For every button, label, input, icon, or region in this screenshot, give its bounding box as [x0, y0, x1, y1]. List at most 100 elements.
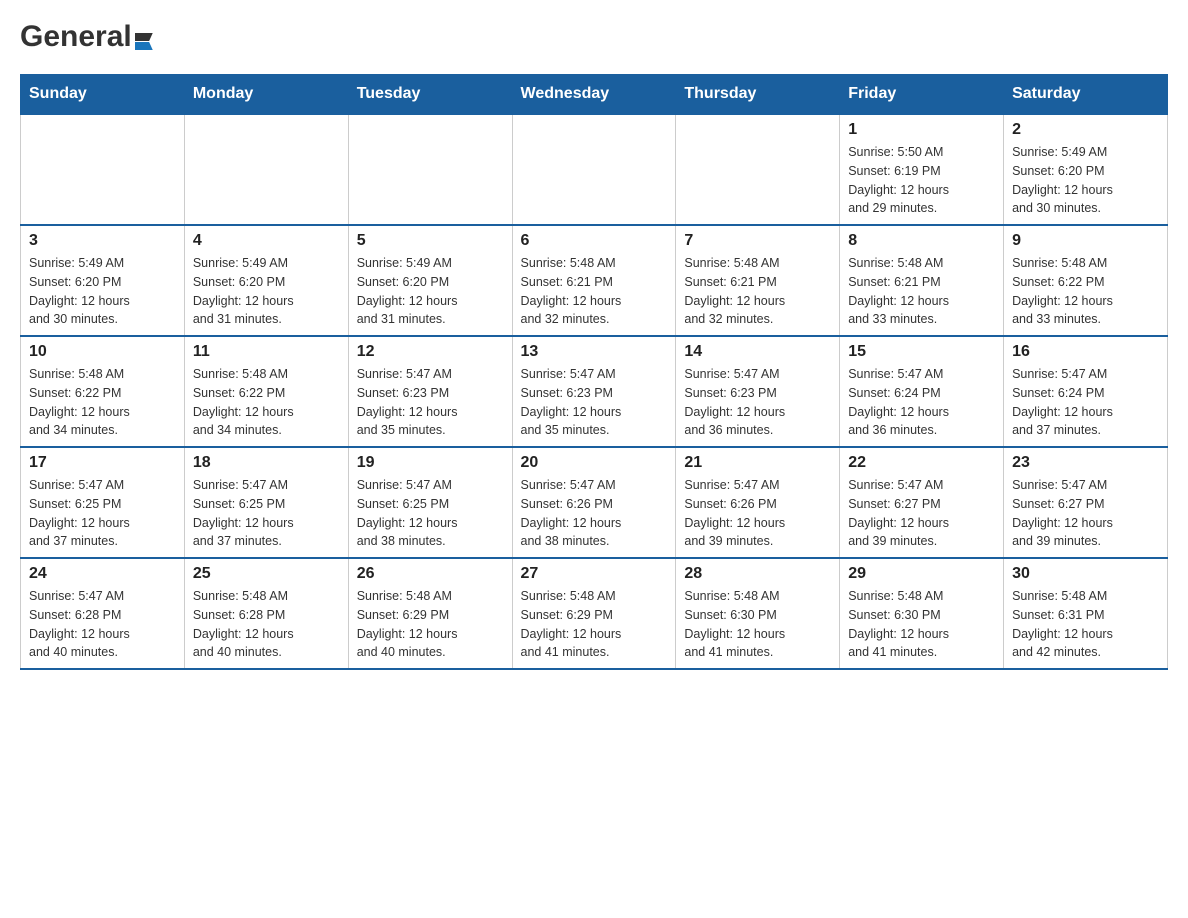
calendar-cell	[676, 114, 840, 225]
day-info: Sunrise: 5:47 AM Sunset: 6:25 PM Dayligh…	[193, 476, 340, 551]
day-info: Sunrise: 5:48 AM Sunset: 6:22 PM Dayligh…	[193, 365, 340, 440]
weekday-header-tuesday: Tuesday	[348, 75, 512, 115]
day-info: Sunrise: 5:50 AM Sunset: 6:19 PM Dayligh…	[848, 143, 995, 218]
day-number: 30	[1012, 565, 1159, 583]
calendar-cell: 3 Sunrise: 5:49 AM Sunset: 6:20 PM Daylig…	[21, 225, 185, 336]
calendar-cell: 27Sunrise: 5:48 AM Sunset: 6:29 PM Dayli…	[512, 558, 676, 669]
day-number: 11	[193, 343, 340, 361]
day-number: 15	[848, 343, 995, 361]
calendar-cell: 4 Sunrise: 5:49 AM Sunset: 6:20 PM Daylig…	[184, 225, 348, 336]
calendar-cell: 21 Sunrise: 5:47 AM Sunset: 6:26 PM Dayli…	[676, 447, 840, 558]
day-info: Sunrise: 5:47 AM Sunset: 6:26 PM Dayligh…	[684, 476, 831, 551]
calendar-cell: 1 Sunrise: 5:50 AM Sunset: 6:19 PM Daylig…	[840, 114, 1004, 225]
day-info: Sunrise: 5:48 AM Sunset: 6:21 PM Dayligh…	[684, 254, 831, 329]
day-info: Sunrise: 5:49 AM Sunset: 6:20 PM Dayligh…	[193, 254, 340, 329]
day-number: 3	[29, 232, 176, 250]
calendar-cell: 23 Sunrise: 5:47 AM Sunset: 6:27 PM Dayli…	[1004, 447, 1168, 558]
day-info: Sunrise: 5:48 AM Sunset: 6:29 PM Dayligh…	[357, 587, 504, 662]
day-info: Sunrise: 5:48 AM Sunset: 6:21 PM Dayligh…	[521, 254, 668, 329]
day-number: 18	[193, 454, 340, 472]
calendar-cell: 29Sunrise: 5:48 AM Sunset: 6:30 PM Dayli…	[840, 558, 1004, 669]
day-info: Sunrise: 5:47 AM Sunset: 6:25 PM Dayligh…	[29, 476, 176, 551]
day-info: Sunrise: 5:47 AM Sunset: 6:27 PM Dayligh…	[848, 476, 995, 551]
day-info: Sunrise: 5:49 AM Sunset: 6:20 PM Dayligh…	[1012, 143, 1159, 218]
calendar-cell: 8 Sunrise: 5:48 AM Sunset: 6:21 PM Daylig…	[840, 225, 1004, 336]
calendar-cell: 19 Sunrise: 5:47 AM Sunset: 6:25 PM Dayli…	[348, 447, 512, 558]
day-info: Sunrise: 5:48 AM Sunset: 6:29 PM Dayligh…	[521, 587, 668, 662]
logo: General	[20, 20, 153, 54]
calendar-week-row: 17 Sunrise: 5:47 AM Sunset: 6:25 PM Dayli…	[21, 447, 1168, 558]
calendar-cell: 26 Sunrise: 5:48 AM Sunset: 6:29 PM Dayli…	[348, 558, 512, 669]
calendar-cell: 11 Sunrise: 5:48 AM Sunset: 6:22 PM Dayli…	[184, 336, 348, 447]
weekday-header-thursday: Thursday	[676, 75, 840, 115]
day-info: Sunrise: 5:49 AM Sunset: 6:20 PM Dayligh…	[29, 254, 176, 329]
day-number: 6	[521, 232, 668, 250]
calendar-week-row: 3 Sunrise: 5:49 AM Sunset: 6:20 PM Daylig…	[21, 225, 1168, 336]
day-number: 16	[1012, 343, 1159, 361]
day-info: Sunrise: 5:47 AM Sunset: 6:24 PM Dayligh…	[848, 365, 995, 440]
day-number: 7	[684, 232, 831, 250]
day-info: Sunrise: 5:47 AM Sunset: 6:24 PM Dayligh…	[1012, 365, 1159, 440]
calendar-cell: 22 Sunrise: 5:47 AM Sunset: 6:27 PM Dayli…	[840, 447, 1004, 558]
day-number: 13	[521, 343, 668, 361]
logo-general-text: General	[20, 20, 132, 54]
calendar-cell: 25 Sunrise: 5:48 AM Sunset: 6:28 PM Dayli…	[184, 558, 348, 669]
day-number: 22	[848, 454, 995, 472]
calendar-cell: 6 Sunrise: 5:48 AM Sunset: 6:21 PM Daylig…	[512, 225, 676, 336]
day-number: 23	[1012, 454, 1159, 472]
day-info: Sunrise: 5:49 AM Sunset: 6:20 PM Dayligh…	[357, 254, 504, 329]
day-number: 29	[848, 565, 995, 583]
day-number: 12	[357, 343, 504, 361]
day-info: Sunrise: 5:48 AM Sunset: 6:28 PM Dayligh…	[193, 587, 340, 662]
calendar-cell	[348, 114, 512, 225]
calendar-cell: 18 Sunrise: 5:47 AM Sunset: 6:25 PM Dayli…	[184, 447, 348, 558]
day-info: Sunrise: 5:47 AM Sunset: 6:27 PM Dayligh…	[1012, 476, 1159, 551]
calendar-cell: 24Sunrise: 5:47 AM Sunset: 6:28 PM Dayli…	[21, 558, 185, 669]
calendar-cell: 17 Sunrise: 5:47 AM Sunset: 6:25 PM Dayli…	[21, 447, 185, 558]
day-number: 1	[848, 121, 995, 139]
weekday-header-friday: Friday	[840, 75, 1004, 115]
day-info: Sunrise: 5:48 AM Sunset: 6:31 PM Dayligh…	[1012, 587, 1159, 662]
day-number: 26	[357, 565, 504, 583]
day-info: Sunrise: 5:48 AM Sunset: 6:21 PM Dayligh…	[848, 254, 995, 329]
day-info: Sunrise: 5:47 AM Sunset: 6:23 PM Dayligh…	[357, 365, 504, 440]
weekday-header-sunday: Sunday	[21, 75, 185, 115]
day-info: Sunrise: 5:47 AM Sunset: 6:28 PM Dayligh…	[29, 587, 176, 662]
day-number: 25	[193, 565, 340, 583]
day-number: 2	[1012, 121, 1159, 139]
weekday-header-monday: Monday	[184, 75, 348, 115]
day-number: 9	[1012, 232, 1159, 250]
day-number: 4	[193, 232, 340, 250]
calendar-table: SundayMondayTuesdayWednesdayThursdayFrid…	[20, 74, 1168, 670]
weekday-header-wednesday: Wednesday	[512, 75, 676, 115]
day-number: 28	[684, 565, 831, 583]
day-number: 8	[848, 232, 995, 250]
day-info: Sunrise: 5:47 AM Sunset: 6:25 PM Dayligh…	[357, 476, 504, 551]
calendar-cell	[512, 114, 676, 225]
day-info: Sunrise: 5:47 AM Sunset: 6:23 PM Dayligh…	[684, 365, 831, 440]
day-info: Sunrise: 5:48 AM Sunset: 6:30 PM Dayligh…	[684, 587, 831, 662]
calendar-week-row: 1 Sunrise: 5:50 AM Sunset: 6:19 PM Daylig…	[21, 114, 1168, 225]
day-info: Sunrise: 5:47 AM Sunset: 6:23 PM Dayligh…	[521, 365, 668, 440]
calendar-cell: 5Sunrise: 5:49 AM Sunset: 6:20 PM Daylig…	[348, 225, 512, 336]
calendar-cell: 20Sunrise: 5:47 AM Sunset: 6:26 PM Dayli…	[512, 447, 676, 558]
day-info: Sunrise: 5:48 AM Sunset: 6:22 PM Dayligh…	[1012, 254, 1159, 329]
calendar-cell: 10 Sunrise: 5:48 AM Sunset: 6:22 PM Dayli…	[21, 336, 185, 447]
day-number: 19	[357, 454, 504, 472]
page-header: General	[20, 20, 1168, 54]
weekday-header-saturday: Saturday	[1004, 75, 1168, 115]
calendar-cell: 15 Sunrise: 5:47 AM Sunset: 6:24 PM Dayli…	[840, 336, 1004, 447]
day-number: 10	[29, 343, 176, 361]
calendar-cell: 30 Sunrise: 5:48 AM Sunset: 6:31 PM Dayli…	[1004, 558, 1168, 669]
calendar-week-row: 10 Sunrise: 5:48 AM Sunset: 6:22 PM Dayli…	[21, 336, 1168, 447]
day-number: 20	[521, 454, 668, 472]
calendar-cell	[21, 114, 185, 225]
calendar-cell: 28 Sunrise: 5:48 AM Sunset: 6:30 PM Dayli…	[676, 558, 840, 669]
day-info: Sunrise: 5:48 AM Sunset: 6:22 PM Dayligh…	[29, 365, 176, 440]
day-number: 21	[684, 454, 831, 472]
day-number: 17	[29, 454, 176, 472]
weekday-header-row: SundayMondayTuesdayWednesdayThursdayFrid…	[21, 75, 1168, 115]
calendar-cell: 9 Sunrise: 5:48 AM Sunset: 6:22 PM Daylig…	[1004, 225, 1168, 336]
calendar-week-row: 24Sunrise: 5:47 AM Sunset: 6:28 PM Dayli…	[21, 558, 1168, 669]
calendar-cell	[184, 114, 348, 225]
